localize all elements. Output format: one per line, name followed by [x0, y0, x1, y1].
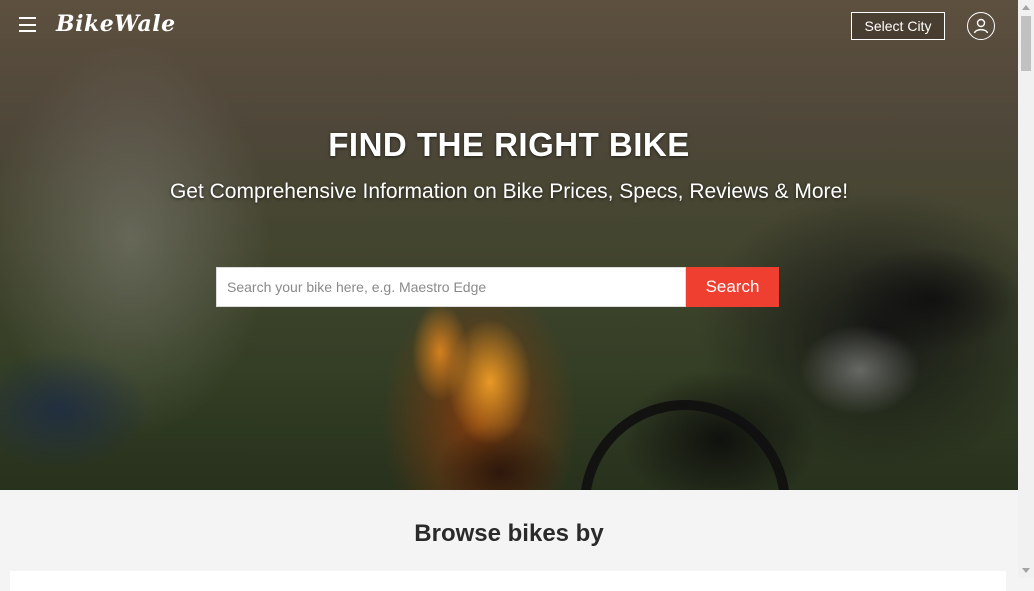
- select-city-button[interactable]: Select City: [851, 12, 945, 40]
- bike-search-input[interactable]: [216, 267, 686, 307]
- hamburger-menu-icon[interactable]: [19, 17, 36, 32]
- bikewale-logo[interactable]: BikeWale: [56, 11, 176, 37]
- user-account-icon[interactable]: [967, 12, 995, 40]
- search-button[interactable]: Search: [686, 267, 779, 307]
- scroll-down-arrow-icon[interactable]: [1022, 568, 1030, 573]
- hero-subtitle: Get Comprehensive Information on Bike Pr…: [169, 180, 849, 203]
- browse-bikes-card: [10, 571, 1006, 591]
- hero-banner: BikeWale Select City FIND THE RIGHT BIKE…: [0, 0, 1018, 490]
- scrollbar-thumb[interactable]: [1021, 16, 1031, 71]
- scroll-up-arrow-icon[interactable]: [1022, 5, 1030, 10]
- hero-title: FIND THE RIGHT BIKE: [328, 126, 690, 163]
- browse-bikes-heading: Browse bikes by: [414, 520, 604, 547]
- vertical-scrollbar[interactable]: [1018, 0, 1034, 578]
- hero-image-rider: [0, 320, 180, 490]
